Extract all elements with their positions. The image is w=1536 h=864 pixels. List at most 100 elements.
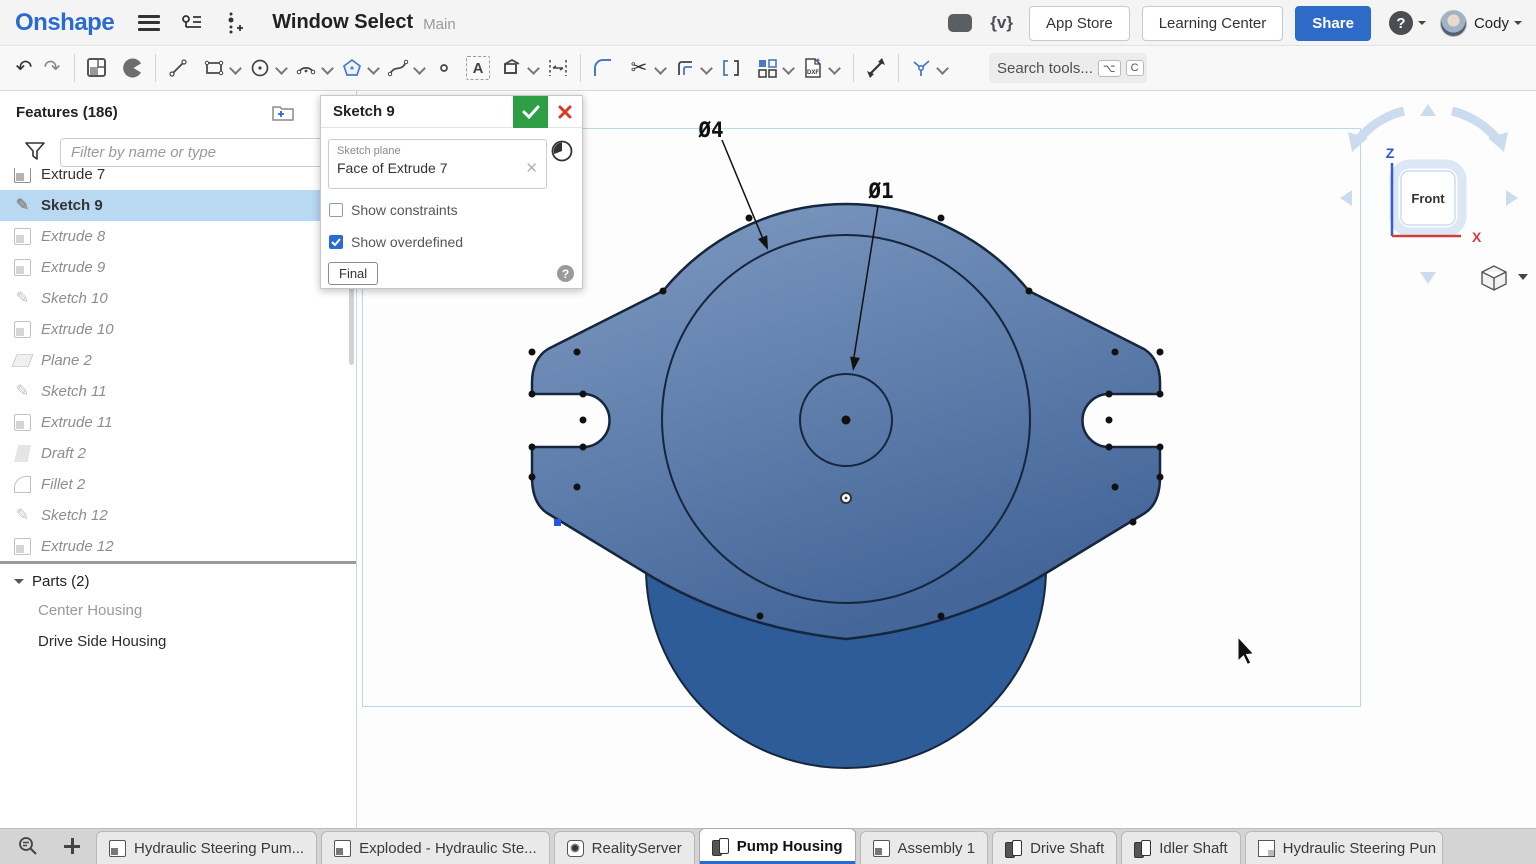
workspace-name[interactable]: Main <box>423 16 456 33</box>
document-tab[interactable]: RealityServer <box>554 831 695 864</box>
feature-row[interactable]: Extrude 10 <box>0 314 356 345</box>
search-tabs-icon[interactable] <box>16 835 42 857</box>
onshape-logo[interactable]: Onshape <box>15 9 114 37</box>
parts-section-header[interactable]: Parts (2) <box>14 573 90 590</box>
feature-row[interactable]: ✎ Sketch 9 <box>0 190 356 221</box>
chevron-down-icon[interactable] <box>935 60 951 76</box>
insert-feature-icon[interactable] <box>224 11 244 35</box>
redo-button[interactable]: ↷ <box>38 54 66 82</box>
add-tab-icon[interactable] <box>64 838 80 854</box>
feature-row[interactable]: Draft 2 <box>0 438 356 469</box>
sketch-button[interactable] <box>83 54 111 82</box>
selection-history-icon[interactable] <box>550 139 574 163</box>
help-icon[interactable]: ? <box>1389 11 1413 35</box>
point-tool[interactable] <box>430 54 458 82</box>
variables-icon[interactable]: {v} <box>990 13 1013 33</box>
part-row[interactable]: Drive Side Housing <box>38 633 166 650</box>
rotate-up-arrow[interactable] <box>1420 104 1436 116</box>
document-tab[interactable]: Idler Shaft <box>1121 831 1240 864</box>
document-tab[interactable]: Pump Housing <box>699 828 856 864</box>
sketch-fillet-tool[interactable] <box>589 54 617 82</box>
feature-row[interactable]: ✎ Sketch 12 <box>0 500 356 531</box>
sketch-plane-field[interactable]: Sketch plane Face of Extrude 7 ✕ <box>328 139 547 189</box>
feature-row[interactable]: Fillet 2 <box>0 469 356 500</box>
clear-selection-icon[interactable]: ✕ <box>525 159 538 177</box>
selected-vertex[interactable] <box>554 519 561 526</box>
rollback-bar[interactable] <box>0 561 357 564</box>
line-tool[interactable] <box>164 54 192 82</box>
dimension-tool[interactable] <box>544 54 572 82</box>
document-tab[interactable]: Assembly 1 <box>860 831 989 864</box>
arc-tool[interactable] <box>292 54 320 82</box>
rotate-left-arrow[interactable] <box>1340 190 1352 206</box>
versions-tree-icon[interactable] <box>180 12 204 34</box>
view-mode-caret-icon[interactable] <box>1518 274 1528 280</box>
user-avatar[interactable] <box>1440 10 1467 37</box>
mirror-tool[interactable] <box>717 54 745 82</box>
chevron-down-icon[interactable] <box>526 60 542 76</box>
hamburger-menu-icon[interactable] <box>138 15 160 31</box>
chevron-down-icon[interactable] <box>274 60 290 76</box>
document-tab[interactable]: Exploded - Hydraulic Ste... <box>321 831 550 864</box>
feature-label: Sketch 11 <box>41 383 107 400</box>
chevron-down-icon[interactable] <box>653 60 669 76</box>
text-tool[interactable]: A <box>466 56 490 80</box>
revolve-button[interactable] <box>119 54 147 82</box>
document-tab[interactable]: Hydraulic Steering Pun <box>1245 831 1443 864</box>
import-dxf-tool[interactable]: DXF <box>799 54 827 82</box>
add-folder-icon[interactable] <box>272 103 294 121</box>
filter-icon[interactable] <box>25 142 45 161</box>
feature-row[interactable]: Plane 2 <box>0 345 356 376</box>
user-caret-icon[interactable] <box>1514 21 1522 29</box>
feature-row[interactable]: Extrude 9 <box>0 252 356 283</box>
show-constraints-checkbox[interactable]: Show constraints <box>329 202 458 218</box>
tab-label: Drive Shaft <box>1030 840 1104 857</box>
feature-row[interactable]: ✎ Sketch 10 <box>0 283 356 314</box>
chevron-down-icon[interactable] <box>366 60 382 76</box>
undo-button[interactable]: ↶ <box>10 54 38 82</box>
share-button[interactable]: Share <box>1295 6 1371 41</box>
filter-input[interactable] <box>60 138 346 167</box>
chevron-down-icon[interactable] <box>781 60 797 76</box>
final-state-button[interactable]: Final <box>328 262 378 285</box>
scale-sketch-tool[interactable] <box>862 54 890 82</box>
constraint-tool[interactable] <box>907 54 935 82</box>
chevron-down-icon[interactable] <box>320 60 336 76</box>
document-tab[interactable]: Hydraulic Steering Pum... <box>96 831 317 864</box>
document-title[interactable]: Window Select <box>272 11 413 34</box>
rotate-down-arrow[interactable] <box>1420 272 1436 284</box>
help-caret-icon[interactable] <box>1418 21 1426 29</box>
app-store-button[interactable]: App Store <box>1029 6 1130 41</box>
chevron-down-icon[interactable] <box>699 60 715 76</box>
user-name[interactable]: Cody <box>1474 15 1509 32</box>
chevron-down-icon[interactable] <box>827 60 843 76</box>
pattern-tool[interactable] <box>753 54 781 82</box>
use-project-tool[interactable] <box>498 54 526 82</box>
feature-row[interactable]: Extrude 12 <box>0 531 356 562</box>
trim-tool[interactable]: ✂ <box>625 54 653 82</box>
circle-tool[interactable] <box>246 54 274 82</box>
search-tools-input[interactable]: Search tools... ⌥ C <box>989 53 1147 83</box>
sketch-center-point[interactable] <box>842 416 851 425</box>
show-overdefined-checkbox[interactable]: Show overdefined <box>329 234 463 250</box>
feature-row[interactable]: Extrude 11 <box>0 407 356 438</box>
chevron-down-icon[interactable] <box>228 60 244 76</box>
offset-tool[interactable] <box>671 54 699 82</box>
rectangle-tool[interactable] <box>200 54 228 82</box>
feature-row[interactable]: Extrude 8 <box>0 221 356 252</box>
spline-tool[interactable] <box>384 54 412 82</box>
part-row[interactable]: Center Housing <box>38 602 142 619</box>
chevron-down-icon[interactable] <box>412 60 428 76</box>
feature-row[interactable]: ✎ Sketch 11 <box>0 376 356 407</box>
rotate-right-arrow[interactable] <box>1506 190 1518 206</box>
polygon-tool[interactable] <box>338 54 366 82</box>
dialog-help-icon[interactable]: ? <box>557 265 574 282</box>
comments-icon[interactable] <box>948 14 972 32</box>
document-tab[interactable]: Drive Shaft <box>992 831 1117 864</box>
learning-center-button[interactable]: Learning Center <box>1142 6 1284 41</box>
cancel-button[interactable] <box>548 96 582 128</box>
accept-button[interactable] <box>513 96 548 128</box>
view-mode-cube-icon[interactable] <box>1482 266 1506 290</box>
tab-type-icon <box>334 840 351 857</box>
view-cube[interactable]: Front Z X <box>1340 104 1528 290</box>
